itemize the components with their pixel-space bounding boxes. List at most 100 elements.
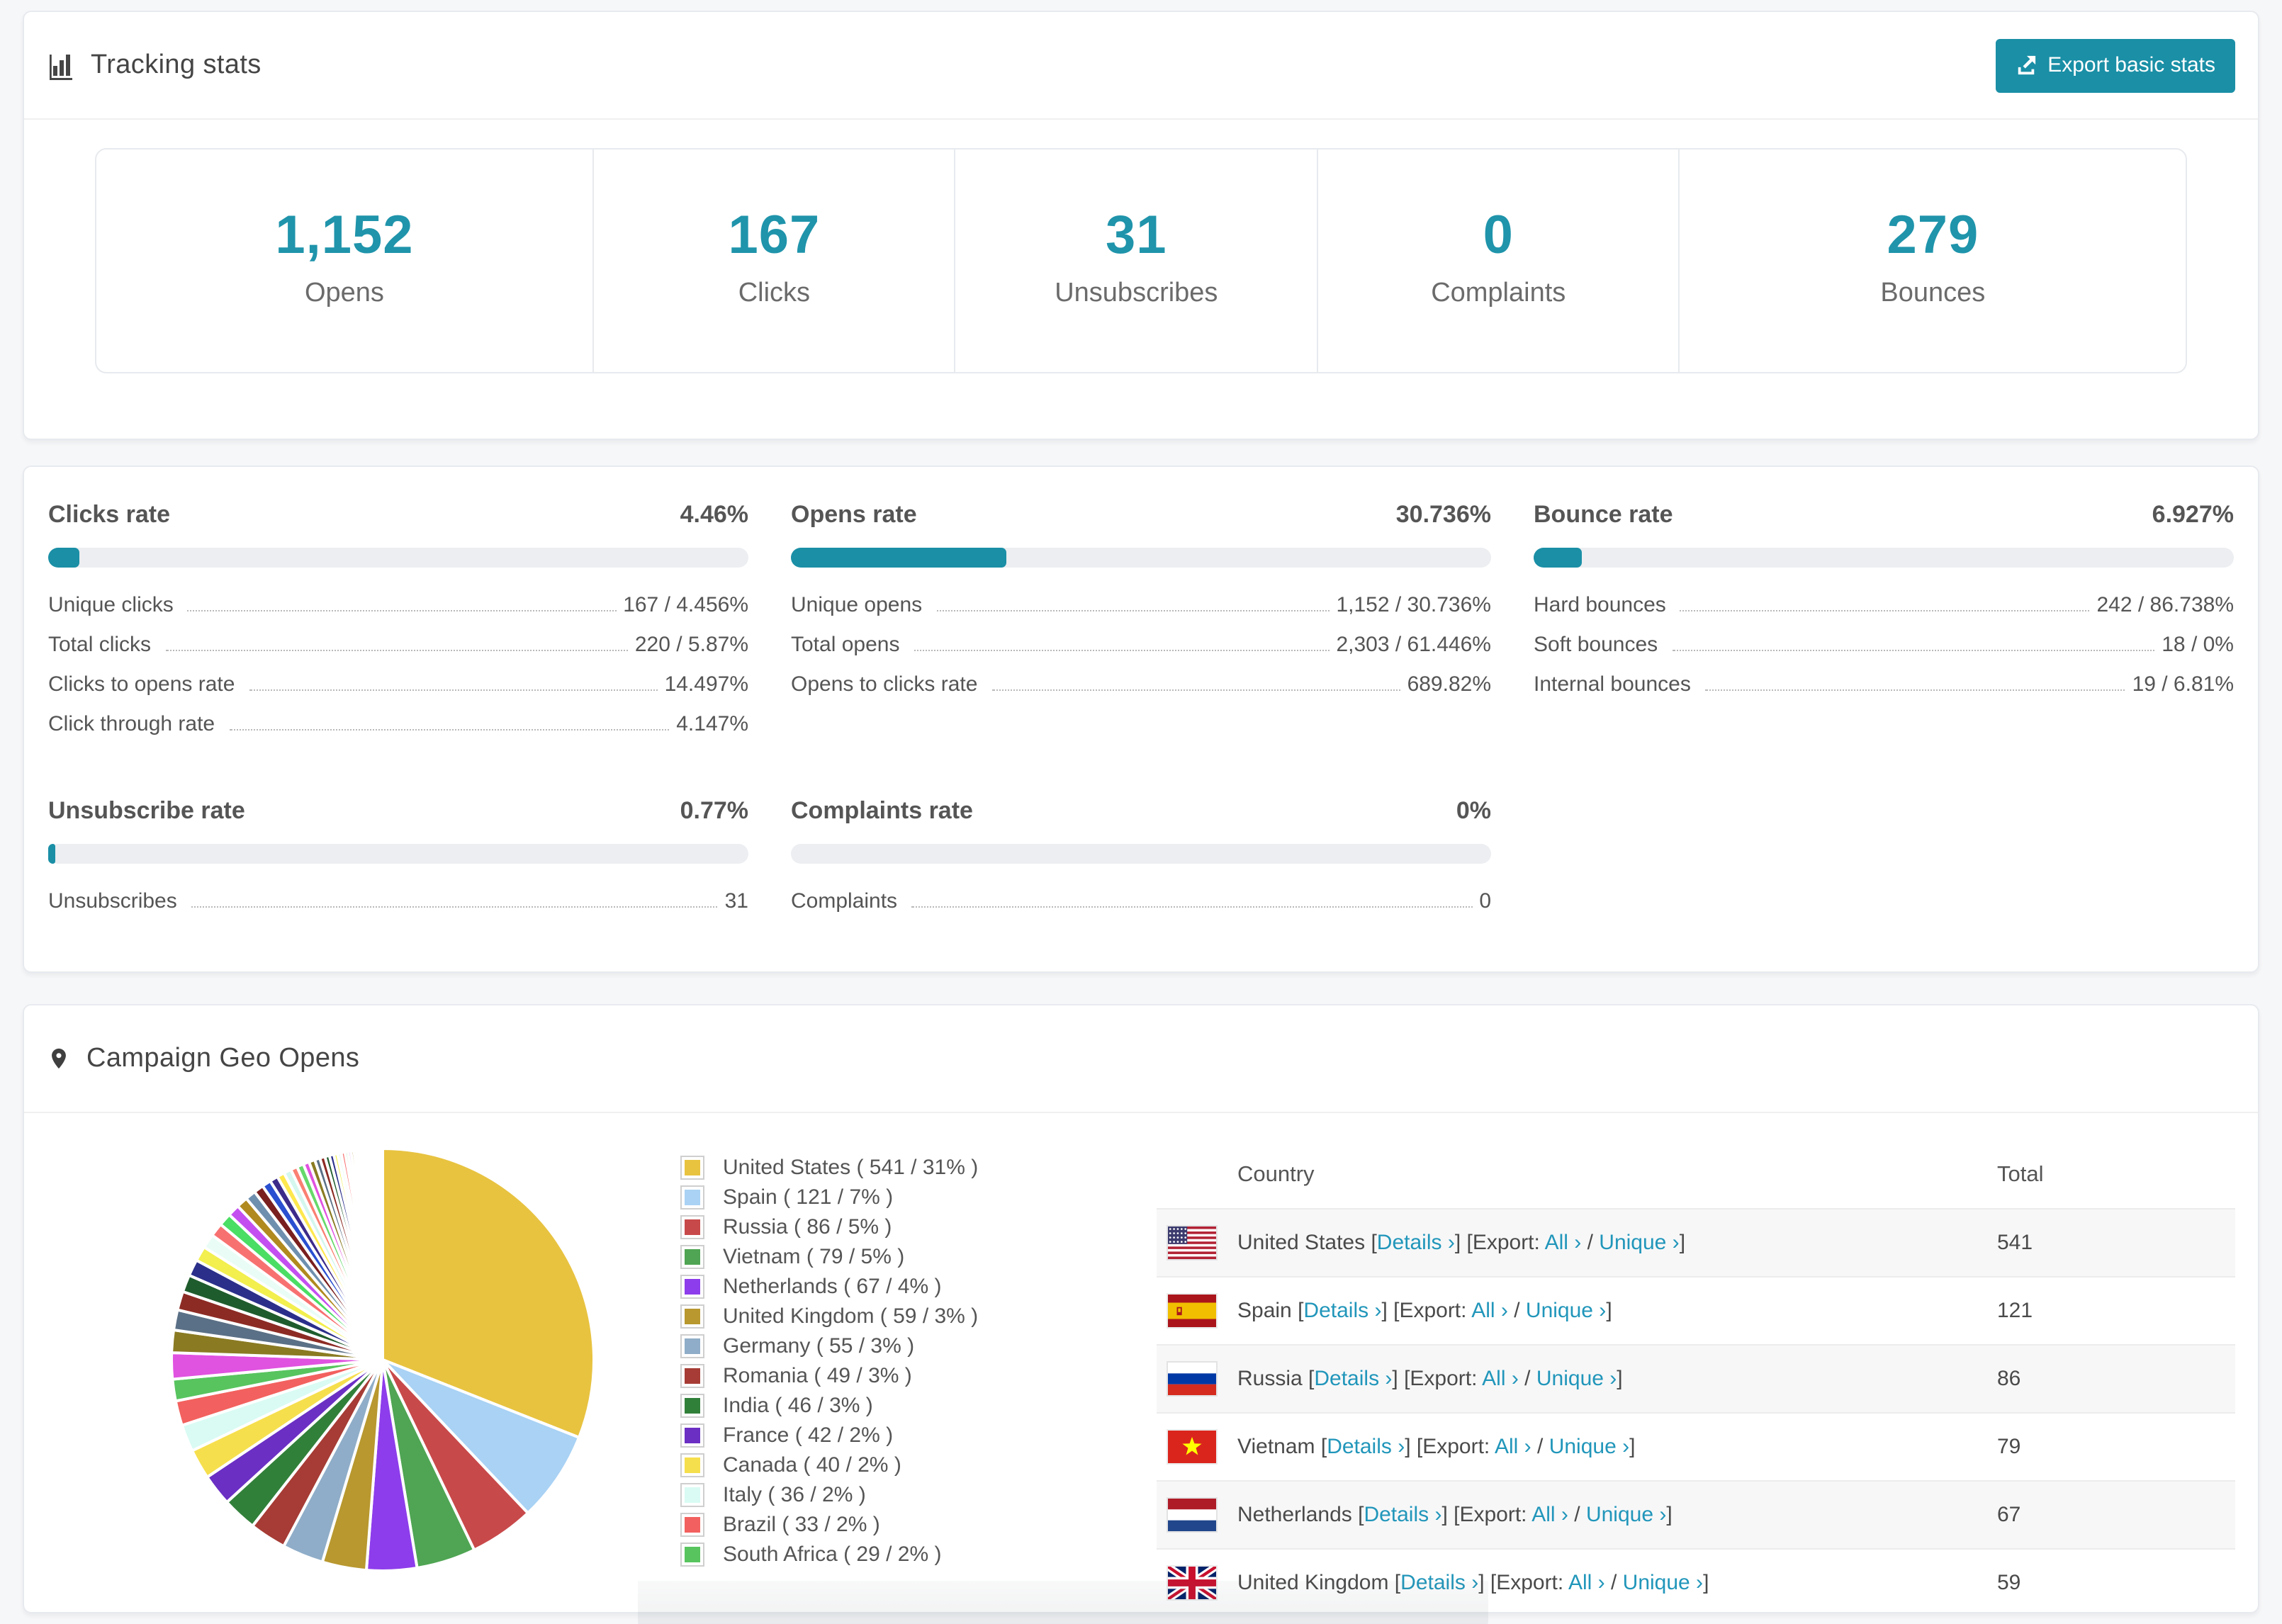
legend-item-india[interactable]: India ( 46 / 3% ) (680, 1391, 1157, 1421)
export-unique-link-nl[interactable]: Unique › (1586, 1503, 1666, 1527)
country-cell: United States [Details ›] [Export: All ›… (1237, 1231, 1997, 1255)
export-basic-stats-button[interactable]: Export basic stats (1995, 38, 2235, 92)
stat-value: 279 (1887, 206, 1979, 266)
legend-item-spain[interactable]: Spain ( 121 / 7% ) (680, 1183, 1157, 1212)
export-all-link-nl[interactable]: All › (1531, 1503, 1568, 1527)
rate-panel-bounce-rate: Bounce rate 6.927% Hard bounces 242 / 86.73… (1534, 501, 2234, 752)
bar-chart-icon (47, 51, 75, 79)
geo-country-table: Country Total United States [Details ›] … (1157, 1141, 2235, 1612)
total-cell: 67 (1997, 1503, 2021, 1527)
total-cell: 79 (1997, 1435, 2021, 1459)
stat-label: Bounces (1880, 278, 1986, 308)
rate-detail-row: Clicks to opens rate 14.497% (48, 672, 748, 697)
country-name: Russia [ (1237, 1367, 1315, 1391)
rate-detail-row: Complaints 0 (791, 889, 1491, 913)
country-name: Spain [ (1237, 1299, 1304, 1323)
export-prefix: ] [Export: (1454, 1231, 1545, 1255)
export-icon (2015, 55, 2036, 76)
export-all-link-vn[interactable]: All › (1495, 1435, 1531, 1459)
rate-detail-row: Opens to clicks rate 689.82% (791, 672, 1491, 697)
legend-item-vietnam[interactable]: Vietnam ( 79 / 5% ) (680, 1242, 1157, 1272)
table-row-vn: Vietnam [Details ›] [Export: All › / Uni… (1157, 1412, 2235, 1480)
legend-swatch (680, 1423, 704, 1448)
legend-label: Vietnam ( 79 / 5% ) (723, 1245, 905, 1269)
export-all-link-es[interactable]: All › (1471, 1299, 1508, 1323)
legend-item-brazil[interactable]: Brazil ( 33 / 2% ) (680, 1510, 1157, 1540)
total-cell: 121 (1997, 1299, 2033, 1323)
details-link-es[interactable]: Details › (1303, 1299, 1381, 1323)
bracket-close: ] (1617, 1367, 1623, 1391)
total-column-header: Total (1997, 1162, 2044, 1186)
country-name: United States [ (1237, 1231, 1377, 1255)
export-unique-link-gb[interactable]: Unique › (1623, 1571, 1703, 1595)
legend-item-france[interactable]: France ( 42 / 2% ) (680, 1421, 1157, 1450)
legend-item-united-kingdom[interactable]: United Kingdom ( 59 / 3% ) (680, 1302, 1157, 1331)
export-unique-link-us[interactable]: Unique › (1599, 1231, 1679, 1255)
stat-value: 31 (1106, 206, 1167, 266)
rate-value: 30.736% (1395, 501, 1491, 528)
legend-label: South Africa ( 29 / 2% ) (723, 1543, 942, 1567)
rate-value: 0% (1456, 797, 1491, 824)
legend-item-russia[interactable]: Russia ( 86 / 5% ) (680, 1212, 1157, 1242)
legend-item-netherlands[interactable]: Netherlands ( 67 / 4% ) (680, 1272, 1157, 1302)
export-unique-link-vn[interactable]: Unique › (1549, 1435, 1629, 1459)
rate-value: 0.77% (680, 797, 748, 824)
legend-label: United States ( 541 / 31% ) (723, 1156, 979, 1180)
details-link-ru[interactable]: Details › (1314, 1367, 1392, 1391)
rate-title: Opens rate (791, 501, 917, 528)
geo-opens-title: Campaign Geo Opens (86, 1043, 360, 1073)
gb-flag-icon (1168, 1567, 1216, 1599)
stat-value: 1,152 (275, 206, 414, 266)
export-all-link-gb[interactable]: All › (1568, 1571, 1605, 1595)
legend-item-south-africa[interactable]: South Africa ( 29 / 2% ) (680, 1540, 1157, 1569)
bracket-close: ] (1666, 1503, 1673, 1527)
details-link-nl[interactable]: Details › (1364, 1503, 1441, 1527)
geo-content: United States ( 541 / 31% ) Spain ( 121 /… (24, 1113, 2258, 1612)
table-row-nl: Netherlands [Details ›] [Export: All › /… (1157, 1480, 2235, 1548)
es-flag-icon (1168, 1295, 1216, 1327)
legend-label: Russia ( 86 / 5% ) (723, 1215, 892, 1239)
legend-item-united-states[interactable]: United States ( 541 / 31% ) (680, 1153, 1157, 1183)
pie-slice-other-70[interactable] (380, 1146, 384, 1361)
details-link-us[interactable]: Details › (1377, 1231, 1455, 1255)
export-prefix: ] [Export: (1381, 1299, 1472, 1323)
export-all-link-ru[interactable]: All › (1482, 1367, 1519, 1391)
stat-label: Opens (304, 278, 384, 308)
legend-swatch (680, 1364, 704, 1388)
export-unique-link-es[interactable]: Unique › (1526, 1299, 1606, 1323)
country-cell: Netherlands [Details ›] [Export: All › /… (1237, 1503, 1997, 1527)
bracket-close: ] (1679, 1231, 1686, 1255)
export-prefix: ] [Export: (1392, 1367, 1483, 1391)
rate-detail-row: Total opens 2,303 / 61.446% (791, 633, 1491, 657)
rates-grid: Clicks rate 4.46% Unique clicks 167 / 4.456… (48, 501, 2234, 929)
stat-value: 0 (1483, 206, 1514, 266)
rate-progress-bar (48, 844, 748, 864)
legend-item-romania[interactable]: Romania ( 49 / 3% ) (680, 1361, 1157, 1391)
geo-opens-pie-chart[interactable] (164, 1141, 601, 1578)
tracking-stats-title: Tracking stats (91, 50, 262, 79)
legend-item-germany[interactable]: Germany ( 55 / 3% ) (680, 1331, 1157, 1361)
stat-box-opens: 1,152 Opens (96, 150, 592, 372)
rate-value: 6.927% (2152, 501, 2234, 528)
rate-detail-row: Total clicks 220 / 5.87% (48, 633, 748, 657)
stat-label: Unsubscribes (1055, 278, 1218, 308)
rate-panel-complaints-rate: Complaints rate 0% Complaints 0 (791, 797, 1491, 929)
details-link-gb[interactable]: Details › (1400, 1571, 1478, 1595)
export-all-link-us[interactable]: All › (1545, 1231, 1582, 1255)
legend-swatch (680, 1334, 704, 1358)
export-unique-link-ru[interactable]: Unique › (1536, 1367, 1617, 1391)
rate-detail-row: Unique opens 1,152 / 30.736% (791, 593, 1491, 617)
export-prefix: ] [Export: (1405, 1435, 1495, 1459)
table-row-gb: United Kingdom [Details ›] [Export: All … (1157, 1548, 2235, 1612)
us-flag-icon (1168, 1227, 1216, 1259)
legend-label: Spain ( 121 / 7% ) (723, 1185, 894, 1209)
total-cell: 86 (1997, 1367, 2021, 1391)
stat-box-unsubscribes: 31 Unsubscribes (954, 150, 1317, 372)
legend-item-canada[interactable]: Canada ( 40 / 2% ) (680, 1450, 1157, 1480)
stat-box-clicks: 167 Clicks (592, 150, 955, 372)
rate-title: Clicks rate (48, 501, 170, 528)
legend-item-italy[interactable]: Italy ( 36 / 2% ) (680, 1480, 1157, 1510)
country-cell: Vietnam [Details ›] [Export: All › / Uni… (1237, 1435, 1997, 1459)
details-link-vn[interactable]: Details › (1327, 1435, 1405, 1459)
nl-flag-icon (1168, 1499, 1216, 1531)
